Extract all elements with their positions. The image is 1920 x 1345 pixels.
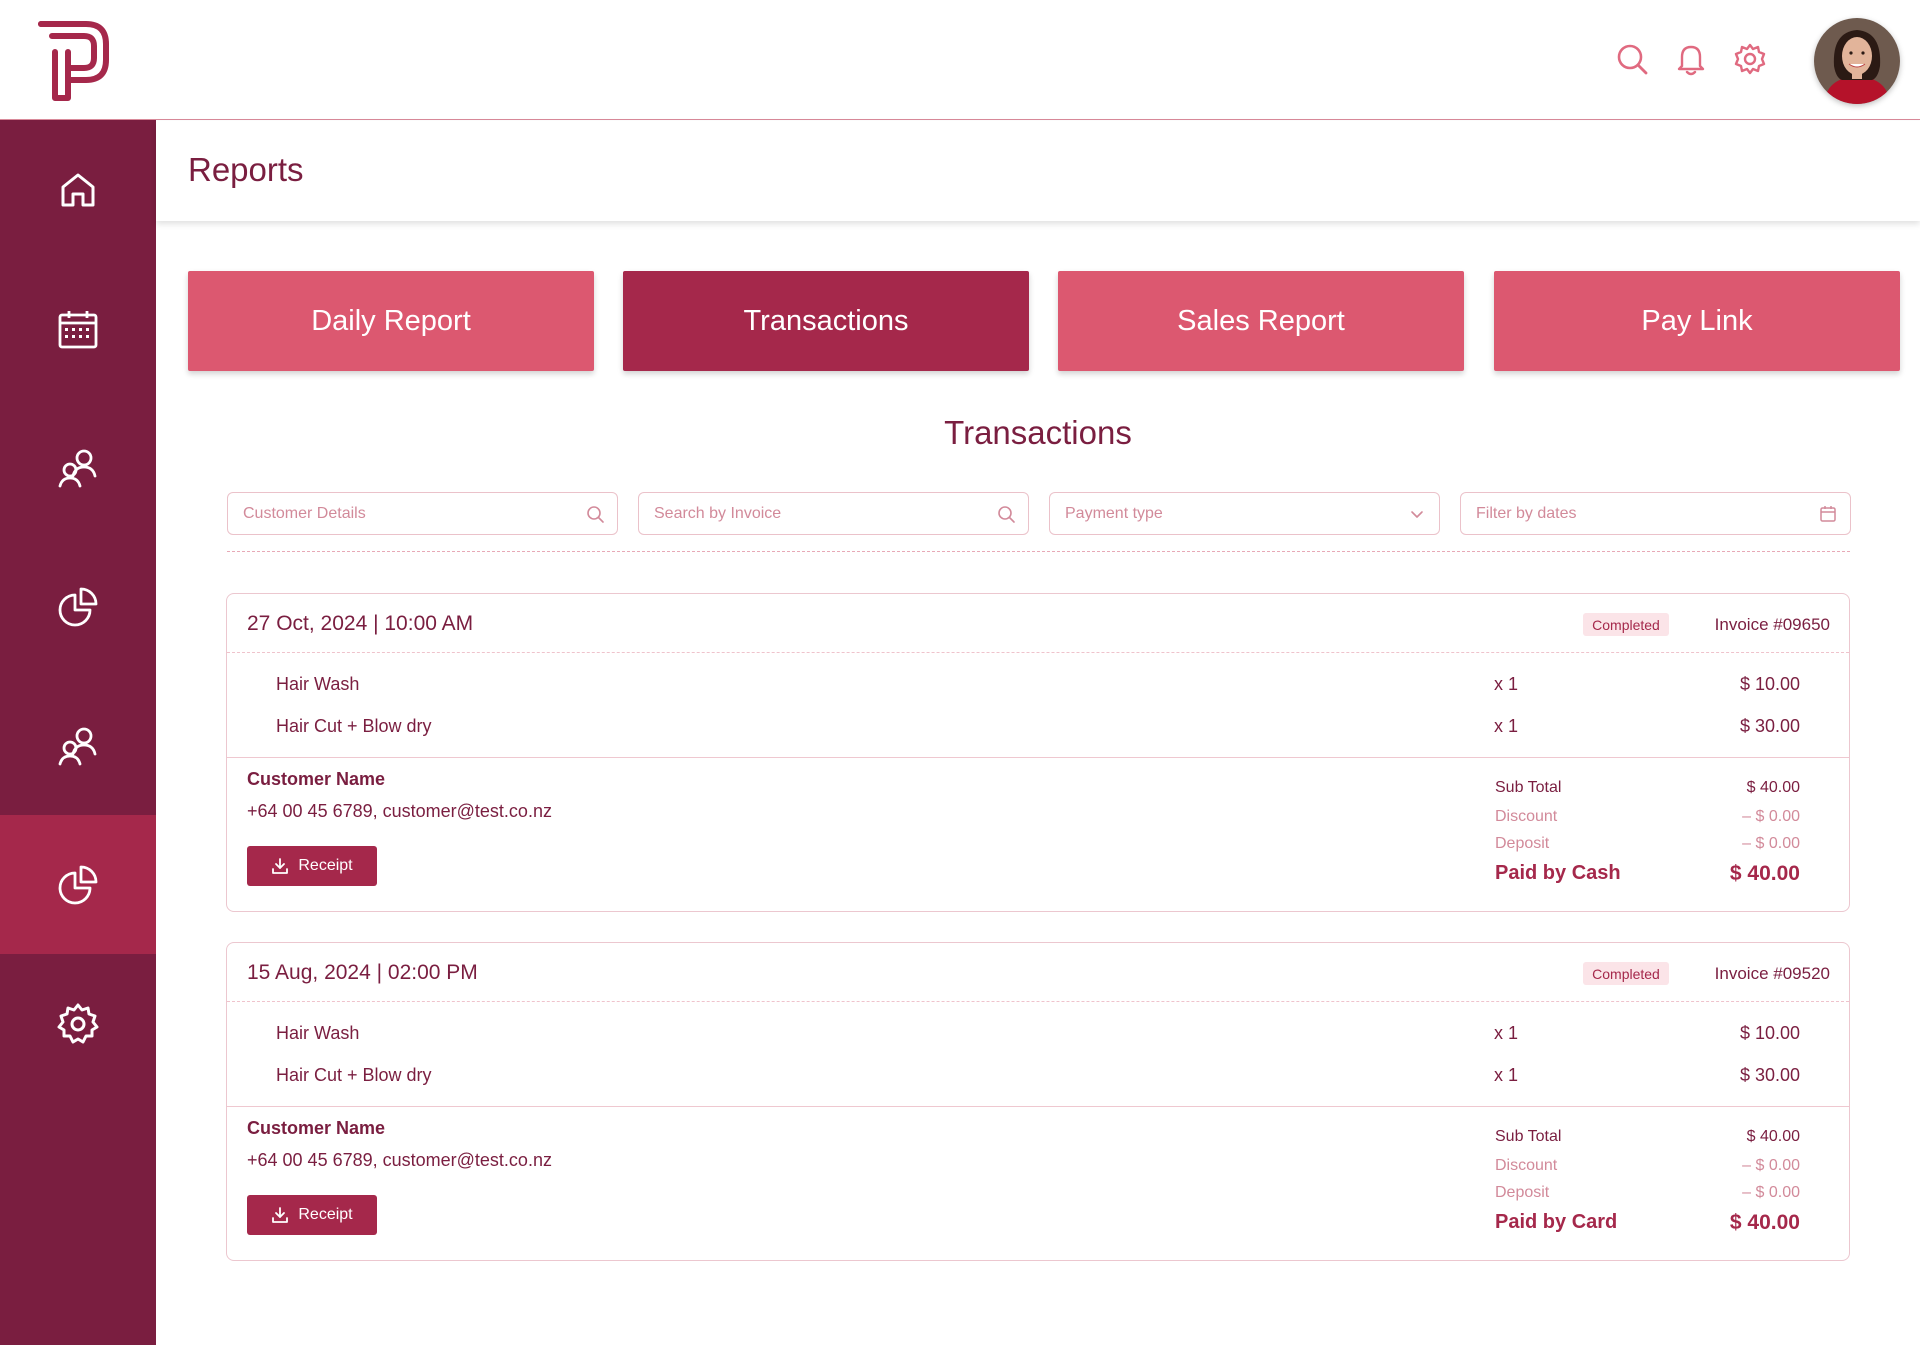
search-icon (996, 504, 1016, 524)
sub-total-label: Sub Total (1495, 1128, 1562, 1145)
invoice-search-input[interactable]: Search by Invoice (638, 492, 1029, 535)
tab-transactions[interactable]: Transactions (623, 271, 1029, 371)
receipt-button[interactable]: Receipt (247, 846, 377, 886)
sidebar-item-settings[interactable] (0, 954, 156, 1093)
sidebar-item-analytics[interactable] (0, 537, 156, 676)
line-item-name: Hair Wash (276, 674, 360, 694)
line-item-qty: x 1 (1494, 674, 1519, 694)
receipt-button[interactable]: Receipt (247, 1195, 377, 1235)
discount-value: – $ 0.00 (1742, 808, 1800, 825)
deposit-label: Deposit (1495, 835, 1550, 852)
page-title: Reports (188, 151, 304, 188)
deposit-label: Deposit (1495, 1184, 1550, 1201)
calendar-icon (58, 310, 98, 348)
sub-total-value: $ 40.00 (1746, 1128, 1800, 1145)
sub-total-label: Sub Total (1495, 779, 1562, 796)
payment-type-select[interactable]: Payment type (1049, 492, 1440, 535)
customer-contact: +64 00 45 6789, customer@test.co.nz (247, 1150, 552, 1170)
discount-label: Discount (1495, 1157, 1558, 1174)
transaction-datetime: 15 Aug, 2024 | 02:00 PM (247, 961, 478, 984)
users-icon (58, 727, 97, 765)
tab-daily-report[interactable]: Daily Report (188, 271, 594, 371)
tab-sales-report[interactable]: Sales Report (1058, 271, 1464, 371)
chevron-down-icon (1407, 504, 1427, 524)
card-divider (227, 1001, 1849, 1002)
receipt-label: Receipt (298, 857, 353, 874)
invoice-search-placeholder: Search by Invoice (654, 505, 782, 522)
transaction-datetime: 27 Oct, 2024 | 10:00 AM (247, 612, 474, 635)
brand-logo[interactable] (38, 18, 112, 102)
customer-details-input[interactable]: Customer Details (227, 492, 618, 535)
card-divider (227, 757, 1849, 758)
download-icon (272, 858, 289, 874)
line-item-price: $ 10.00 (1739, 674, 1800, 694)
search-icon[interactable] (1615, 42, 1649, 76)
filter-divider (227, 551, 1850, 552)
customer-name: Customer Name (247, 1118, 386, 1138)
customer-name: Customer Name (247, 769, 386, 789)
customer-contact: +64 00 45 6789, customer@test.co.nz (247, 801, 552, 821)
date-filter-placeholder: Filter by dates (1476, 505, 1577, 522)
section-title: Transactions (944, 414, 1132, 451)
deposit-value: – $ 0.00 (1742, 1184, 1800, 1201)
line-item-qty: x 1 (1494, 1065, 1519, 1085)
payment-type-placeholder: Payment type (1065, 505, 1163, 522)
line-item-price: $ 10.00 (1739, 1023, 1800, 1043)
customer-details-placeholder: Customer Details (243, 505, 366, 522)
paid-total-value: $ 40.00 (1729, 1211, 1800, 1234)
status-badge: Completed (1583, 962, 1669, 985)
transaction-card: 15 Aug, 2024 | 02:00 PM Completed Invoic… (226, 942, 1850, 1261)
sub-total-value: $ 40.00 (1746, 779, 1800, 796)
discount-label: Discount (1495, 808, 1558, 825)
sidebar-item-staff[interactable] (0, 676, 156, 815)
home-icon (61, 173, 95, 206)
sidebar-item-home[interactable] (0, 120, 156, 259)
line-item-name: Hair Cut + Blow dry (276, 1065, 432, 1085)
paid-total-value: $ 40.00 (1729, 862, 1800, 885)
users-icon (58, 449, 97, 487)
calendar-icon (1818, 504, 1838, 524)
date-filter-input[interactable]: Filter by dates (1460, 492, 1851, 535)
pie-chart-icon (58, 587, 98, 626)
status-badge: Completed (1583, 613, 1669, 636)
sidebar-item-calendar[interactable] (0, 259, 156, 398)
card-divider (227, 652, 1849, 653)
sidebar-nav (0, 120, 156, 1345)
gear-icon[interactable] (1733, 42, 1767, 76)
line-item-name: Hair Wash (276, 1023, 360, 1043)
gear-icon (57, 1003, 99, 1043)
sidebar-item-reports[interactable] (0, 815, 156, 954)
line-item-price: $ 30.00 (1739, 716, 1800, 736)
tab-pay-link[interactable]: Pay Link (1494, 271, 1900, 371)
line-item-qty: x 1 (1494, 1023, 1519, 1043)
payment-method-label: Paid by Cash (1495, 862, 1621, 884)
payment-method-label: Paid by Card (1495, 1211, 1618, 1233)
bell-icon[interactable] (1674, 42, 1708, 76)
page-header: Reports (156, 121, 1920, 221)
top-bar (0, 0, 1920, 120)
receipt-label: Receipt (298, 1206, 353, 1223)
line-item-price: $ 30.00 (1739, 1065, 1800, 1085)
line-item-qty: x 1 (1494, 716, 1519, 736)
sidebar-item-clients[interactable] (0, 398, 156, 537)
card-divider (227, 1106, 1849, 1107)
discount-value: – $ 0.00 (1742, 1157, 1800, 1174)
transaction-card: 27 Oct, 2024 | 10:00 AM Completed Invoic… (226, 593, 1850, 912)
pie-chart-icon (58, 865, 98, 904)
deposit-value: – $ 0.00 (1742, 835, 1800, 852)
invoice-number[interactable]: Invoice #09520 (1715, 964, 1830, 984)
search-icon (585, 504, 605, 524)
invoice-number[interactable]: Invoice #09650 (1715, 615, 1830, 635)
avatar[interactable] (1814, 18, 1900, 104)
download-icon (272, 1207, 289, 1223)
line-item-name: Hair Cut + Blow dry (276, 716, 432, 736)
